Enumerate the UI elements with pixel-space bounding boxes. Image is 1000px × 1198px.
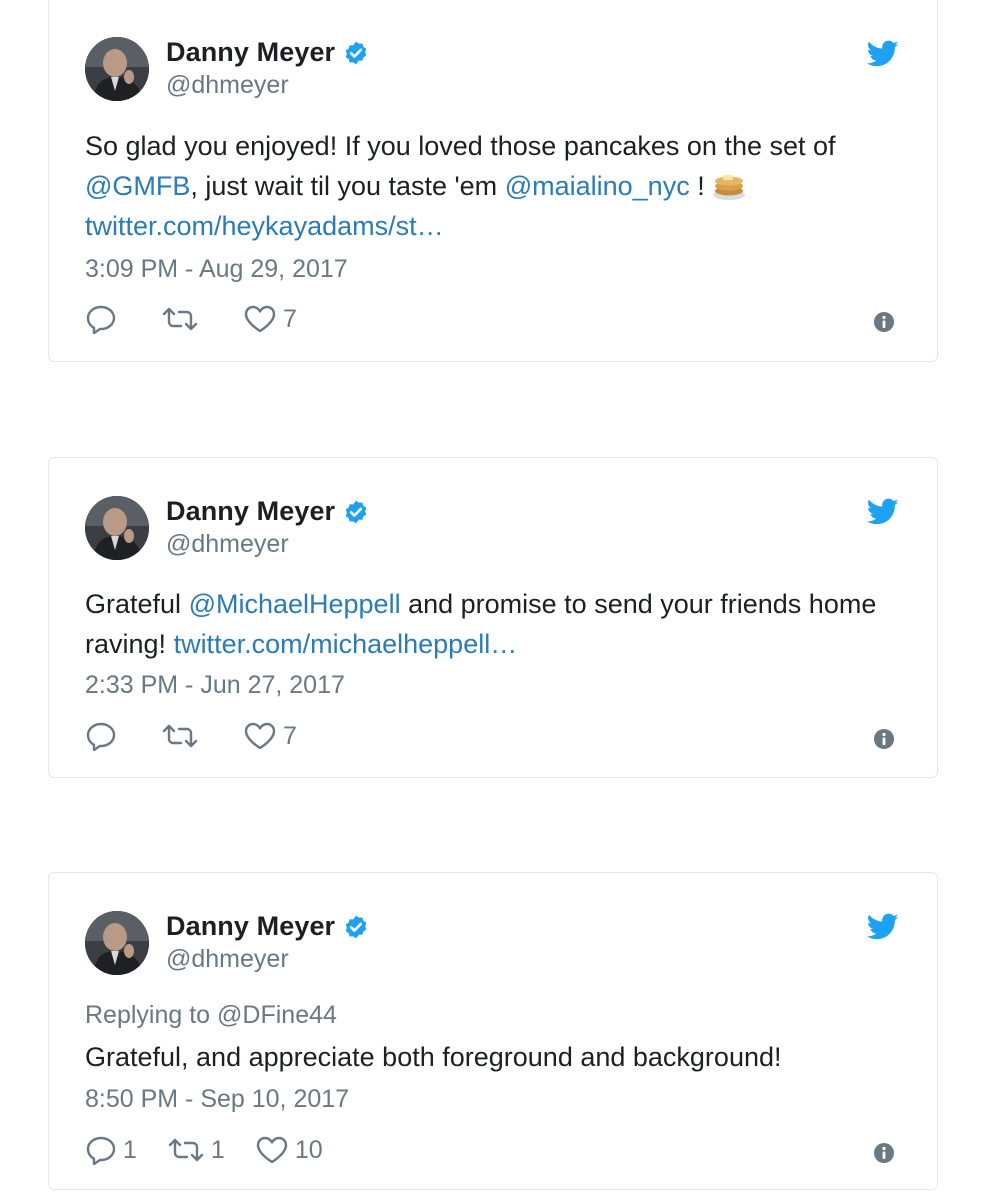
tweet-text: Grateful @MichaelHeppell and promise to … [85,584,905,664]
reply-icon [86,305,116,334]
verified-badge-icon [345,41,367,64]
replying-prefix: Replying to [85,1001,211,1029]
tweet-text-segment: ! [689,171,705,201]
verified-badge-icon [345,500,367,523]
author-handle[interactable]: @dhmeyer [166,945,289,974]
tweet-url-link[interactable]: twitter.com/heykayadams/st… [85,211,444,241]
tweet-text: So glad you enjoyed! If you loved those … [85,126,905,246]
tweet-url-link[interactable]: twitter.com/michaelheppell… [174,629,518,659]
avatar[interactable] [85,496,149,560]
tweet-text-segment: So glad you enjoyed! If you loved those … [85,131,836,161]
tweet-card: Danny Meyer @dhmeyer Grateful @MichaelHe… [48,457,938,778]
author-name[interactable]: Danny Meyer [166,37,335,68]
tweet-actions: 1 1 10 [85,1135,353,1165]
like-button[interactable]: 7 [243,721,297,751]
tweet-actions: 7 [85,721,327,751]
reply-button[interactable]: 1 [85,1135,137,1165]
verified-badge-icon [345,915,367,938]
tweet-card: Danny Meyer @dhmeyer Replying to @DFine4… [48,872,938,1190]
tweet-text-segment: , just wait til you taste 'em [190,171,498,201]
tweet-actions: 7 [85,304,327,334]
tweet-timestamp[interactable]: 8:50 PM - Sep 10, 2017 [85,1085,349,1114]
like-count: 7 [283,304,297,333]
info-icon[interactable] [873,1142,895,1164]
tweet-timestamp[interactable]: 2:33 PM - Jun 27, 2017 [85,671,345,700]
tweet-card: Danny Meyer @dhmeyer So glad you enjoyed… [48,0,938,362]
author-name[interactable]: Danny Meyer [166,496,335,527]
like-count: 7 [283,721,297,750]
like-button[interactable]: 7 [243,304,297,334]
pancakes-emoji [713,175,746,200]
retweet-icon [168,1138,204,1162]
author-name[interactable]: Danny Meyer [166,911,335,942]
reply-button[interactable] [85,721,123,751]
twitter-bird-icon[interactable] [867,913,899,941]
tweet-text: Grateful, and appreciate both foreground… [85,1042,782,1072]
mention-link[interactable]: @GMFB [85,171,190,201]
author-handle[interactable]: @dhmeyer [166,71,289,100]
replying-to-link[interactable]: @DFine44 [217,1001,337,1029]
retweet-count: 1 [210,1135,225,1164]
avatar[interactable] [85,911,149,975]
reply-icon [86,722,116,751]
retweet-button[interactable] [161,305,205,333]
like-icon [256,1136,288,1164]
mention-link[interactable]: @MichaelHeppell [189,589,401,619]
like-icon [244,305,276,333]
retweet-button[interactable] [161,722,205,750]
tweet-text-segment: Grateful [85,589,182,619]
reply-count: 1 [123,1135,137,1164]
replying-to-line: Replying to @DFine44 [85,1001,337,1030]
like-count: 10 [294,1135,323,1164]
retweet-button[interactable]: 1 [167,1136,225,1165]
info-icon[interactable] [873,728,895,750]
info-icon[interactable] [873,311,895,333]
reply-icon [86,1136,116,1165]
retweet-icon [162,724,198,748]
twitter-bird-icon[interactable] [867,40,899,68]
tweet-timestamp[interactable]: 3:09 PM - Aug 29, 2017 [85,255,348,284]
like-icon [244,722,276,750]
avatar[interactable] [85,37,149,101]
mention-link[interactable]: @maialino_nyc [505,171,690,201]
twitter-bird-icon[interactable] [867,498,899,526]
retweet-icon [162,307,198,331]
reply-button[interactable] [85,304,123,334]
author-handle[interactable]: @dhmeyer [166,530,289,559]
like-button[interactable]: 10 [255,1135,323,1165]
